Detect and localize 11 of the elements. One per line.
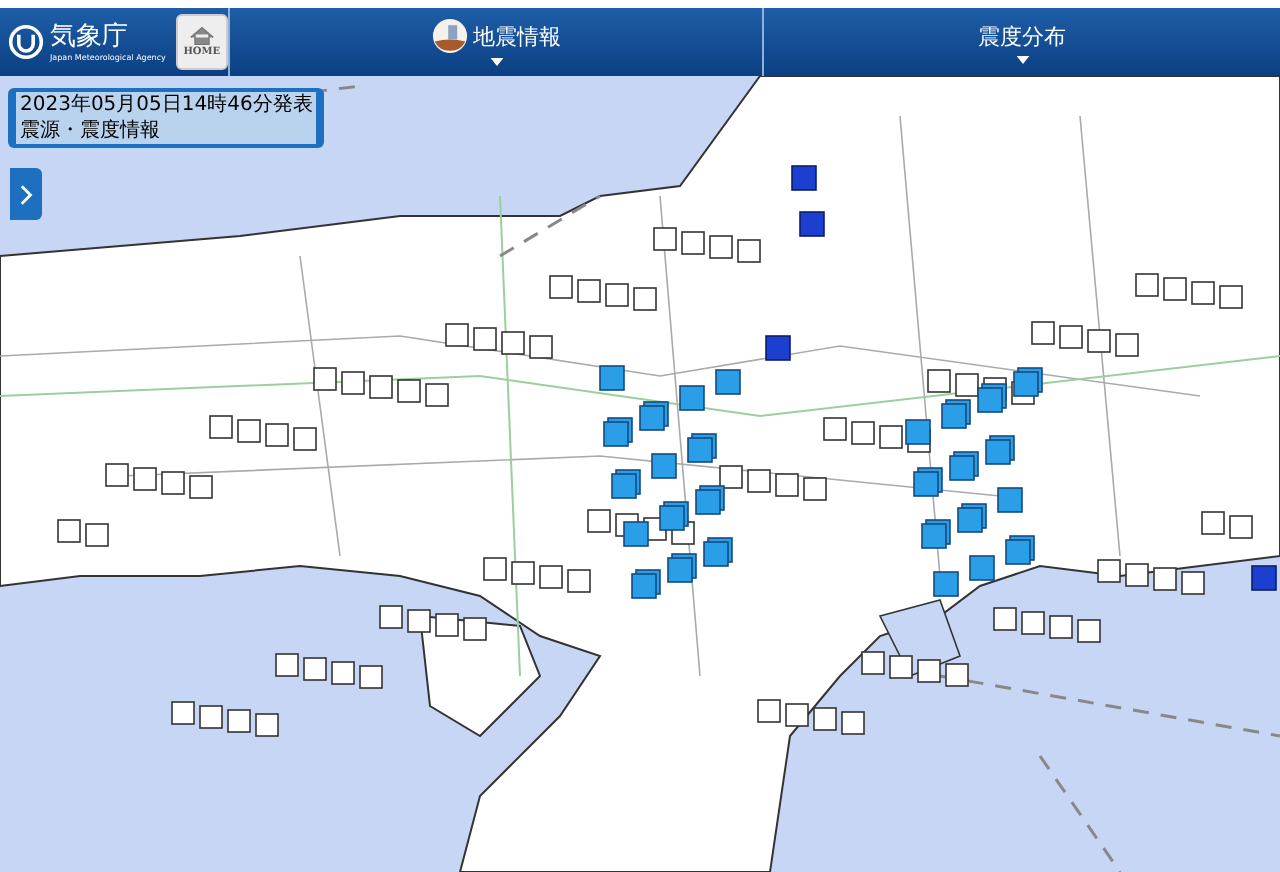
info-title: 震源・震度情報 xyxy=(16,118,317,144)
building-ground-icon xyxy=(431,18,467,54)
caret-icon xyxy=(489,58,503,66)
expand-button[interactable] xyxy=(10,168,42,220)
issued-time: 2023年05月05日14時46分発表 xyxy=(16,92,317,118)
logo-icon xyxy=(8,24,44,60)
chevron-right-icon xyxy=(19,183,33,205)
house-icon xyxy=(187,26,216,46)
caret-icon xyxy=(1015,55,1029,63)
logo-text: 気象庁 xyxy=(50,21,130,51)
nav-tab[interactable]: 震度分布 xyxy=(764,8,1280,76)
